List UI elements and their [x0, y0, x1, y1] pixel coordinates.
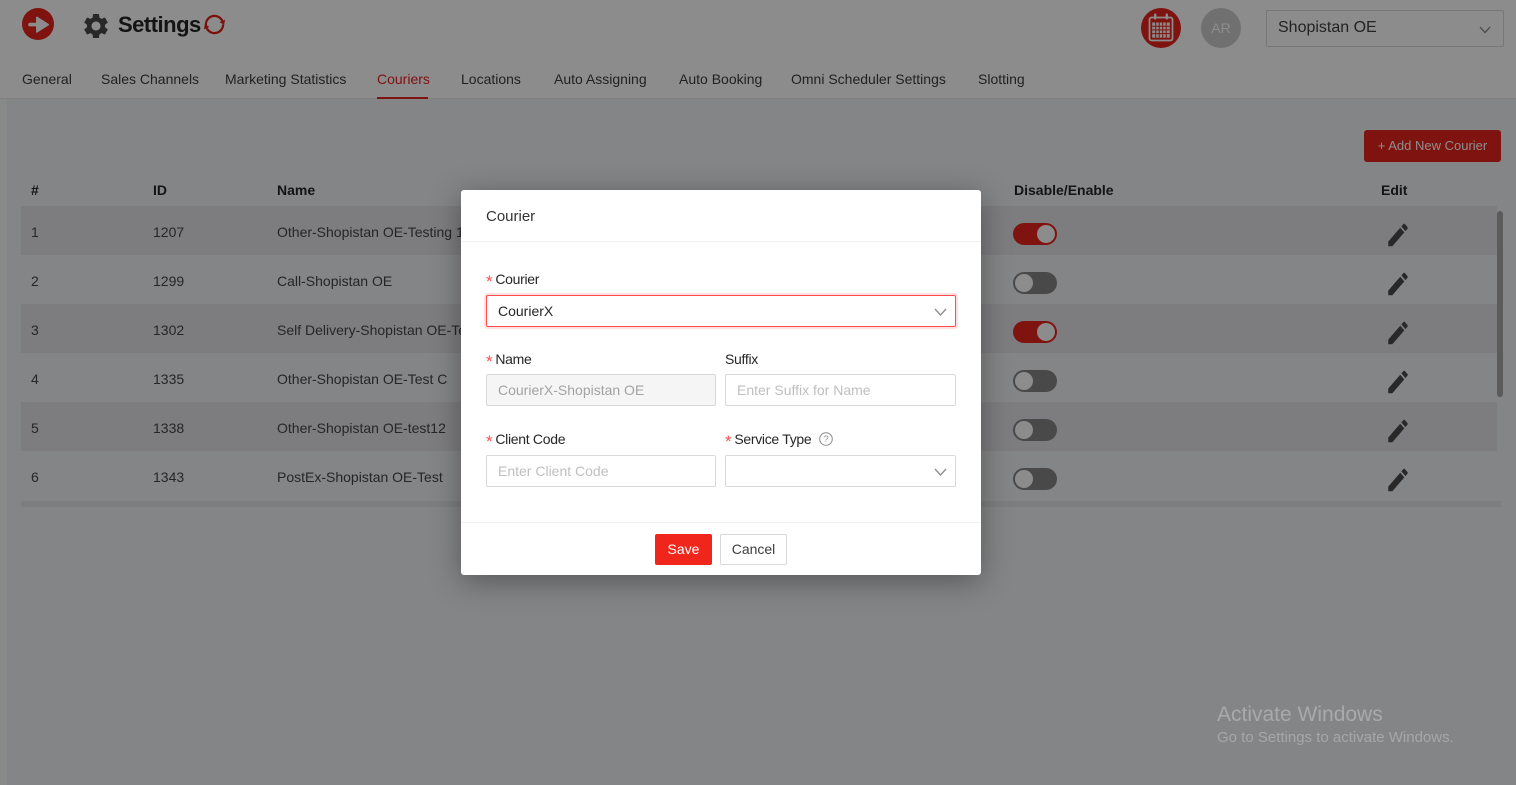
svg-text:?: ?: [824, 434, 829, 444]
